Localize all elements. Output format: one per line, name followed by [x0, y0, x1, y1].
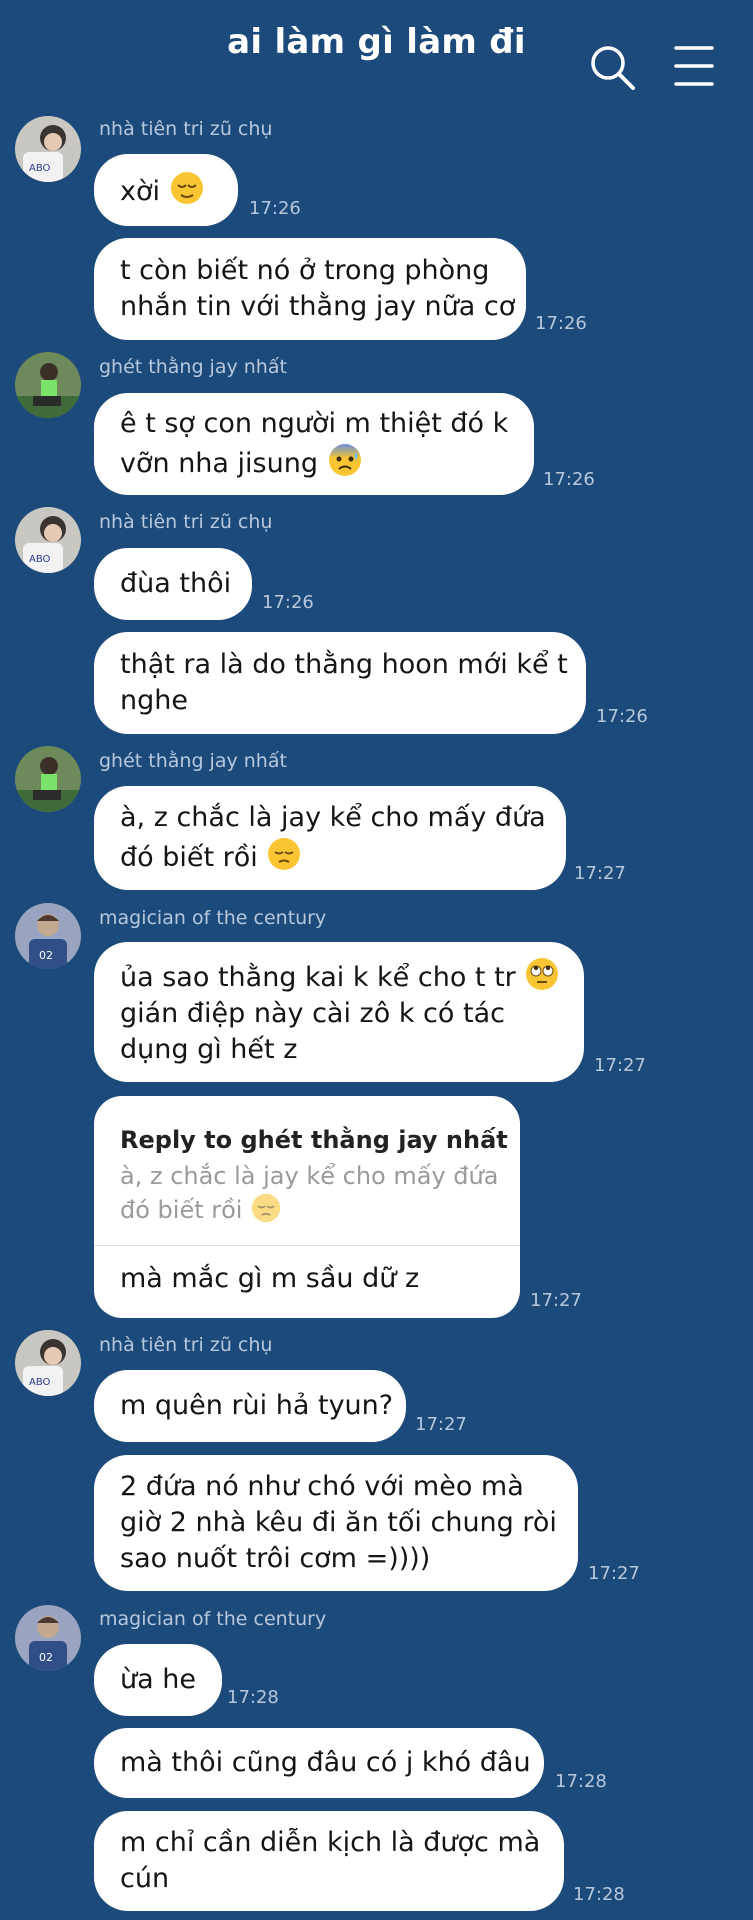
sender-name: nhà tiên tri zũ chụ	[99, 511, 273, 533]
avatar[interactable]: 02	[15, 1605, 81, 1671]
svg-text:ABO: ABO	[29, 554, 51, 565]
message-line: sao nuốt trôi cơm =))))	[120, 1543, 431, 1574]
avatar[interactable]: ABO	[15, 1330, 81, 1396]
message-bubble[interactable]: ê t sợ con người m thiệt đó k vỡn nha ji…	[94, 393, 534, 495]
message-line: thật ra là do thằng hoon mới kể t	[120, 649, 568, 680]
message-line: đùa thôi	[120, 568, 232, 599]
message-line: mà mắc gì m sầu dữ z	[120, 1263, 420, 1294]
message-line: dụng gì hết z	[120, 1034, 298, 1065]
svg-text:02: 02	[39, 949, 53, 962]
reply-quote-line: đó biết rồi	[120, 1196, 243, 1224]
chat-title: ai làm gì làm đi	[227, 22, 526, 62]
svg-text:ABO: ABO	[29, 1377, 51, 1388]
message-line: gián điệp này cài zô k có tác	[120, 998, 505, 1029]
message-line: m quên rùi hả tyun?	[120, 1390, 394, 1421]
message-time: 17:28	[555, 1771, 607, 1792]
message-line: xời	[120, 176, 160, 207]
sender-name: magician of the century	[99, 1608, 327, 1630]
message-time: 17:27	[415, 1414, 467, 1435]
message-time: 17:27	[574, 863, 626, 884]
message-line: m chỉ cần diễn kịch là được mà	[120, 1827, 541, 1858]
message-time: 17:26	[262, 592, 314, 613]
message-line: ê t sợ con người m thiệt đó k	[120, 408, 509, 439]
message-line: ừa he	[120, 1664, 196, 1695]
pensive-face-icon	[251, 1193, 281, 1223]
sender-name: nhà tiên tri zũ chụ	[99, 118, 273, 140]
search-icon[interactable]	[588, 44, 636, 92]
sender-name: ghét thằng jay nhất	[99, 750, 287, 772]
message-time: 17:28	[227, 1687, 279, 1708]
message-time: 17:26	[596, 706, 648, 727]
message-time: 17:27	[530, 1290, 582, 1311]
menu-icon[interactable]	[674, 44, 714, 88]
avatar[interactable]: ABO	[15, 116, 81, 182]
message-line: t còn biết nó ở trong phòng	[120, 255, 490, 286]
message-bubble[interactable]: xời	[94, 154, 238, 226]
sender-name: ghét thằng jay nhất	[99, 356, 287, 378]
eye-roll-face-icon	[526, 958, 559, 990]
avatar[interactable]: ABO	[15, 507, 81, 573]
reply-header: Reply to ghét thằng jay nhất	[120, 1126, 508, 1154]
message-bubble[interactable]: m chỉ cần diễn kịch là được mà cún	[94, 1811, 564, 1911]
reply-bubble[interactable]: Reply to ghét thằng jay nhất à, z chắc l…	[94, 1096, 520, 1318]
sender-name: nhà tiên tri zũ chụ	[99, 1334, 273, 1356]
message-bubble[interactable]: m quên rùi hả tyun?	[94, 1370, 406, 1442]
avatar[interactable]: 02	[15, 903, 81, 969]
message-bubble[interactable]: thật ra là do thằng hoon mới kể t nghe	[94, 632, 586, 734]
message-line: đó biết rồi	[120, 842, 258, 873]
avatar[interactable]	[15, 746, 81, 812]
reply-quote-line: à, z chắc là jay kể cho mấy đứa	[120, 1162, 499, 1190]
reply-divider	[94, 1245, 520, 1246]
message-bubble[interactable]: mà thôi cũng đâu có j khó đâu	[94, 1728, 544, 1798]
message-bubble[interactable]: t còn biết nó ở trong phòng nhắn tin với…	[94, 238, 526, 340]
message-bubble[interactable]: đùa thôi	[94, 548, 252, 620]
message-line: ủa sao thằng kai k kể cho t tr	[120, 962, 516, 993]
relieved-face-icon	[170, 172, 203, 204]
message-bubble[interactable]: ừa he	[94, 1644, 222, 1716]
message-line: 2 đứa nó như chó với mèo mà	[120, 1471, 524, 1502]
anxious-face-icon	[328, 444, 361, 476]
message-bubble[interactable]: 2 đứa nó như chó với mèo mà giờ 2 nhà kê…	[94, 1455, 578, 1591]
message-bubble[interactable]: à, z chắc là jay kể cho mấy đứa đó biết …	[94, 786, 566, 890]
message-time: 17:26	[543, 469, 595, 490]
sender-name: magician of the century	[99, 907, 327, 929]
message-line: giờ 2 nhà kêu đi ăn tối chung ròi	[120, 1507, 557, 1538]
avatar[interactable]	[15, 352, 81, 418]
message-time: 17:27	[588, 1563, 640, 1584]
reply-quote: à, z chắc là jay kể cho mấy đứa đó biết …	[120, 1160, 498, 1226]
message-line: mà thôi cũng đâu có j khó đâu	[120, 1747, 531, 1778]
message-bubble[interactable]: ủa sao thằng kai k kể cho t tr gián điệp…	[94, 942, 584, 1082]
message-time: 17:28	[573, 1884, 625, 1905]
svg-text:02: 02	[39, 1651, 53, 1664]
message-time: 17:27	[594, 1055, 646, 1076]
message-time: 17:26	[249, 198, 301, 219]
svg-text:ABO: ABO	[29, 163, 51, 174]
pensive-face-icon	[268, 838, 301, 870]
message-line: nghe	[120, 685, 188, 716]
message-line: cún	[120, 1863, 170, 1894]
chat-header: ai làm gì làm đi	[0, 0, 753, 105]
message-line: à, z chắc là jay kể cho mấy đứa	[120, 802, 546, 833]
message-line: nhắn tin với thằng jay nữa cơ	[120, 291, 516, 322]
message-line: vỡn nha jisung	[120, 448, 318, 479]
message-time: 17:26	[535, 313, 587, 334]
